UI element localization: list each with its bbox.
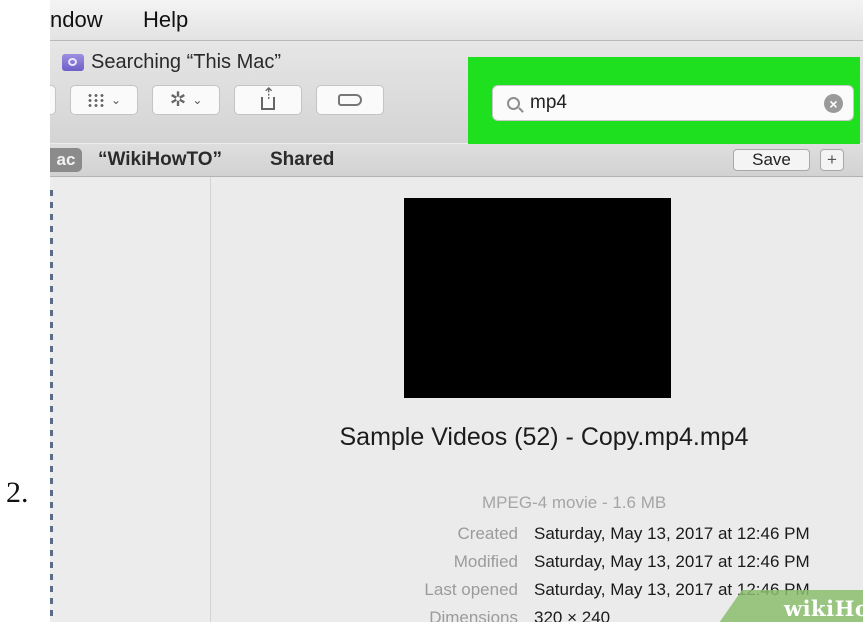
action-button[interactable]: ✲ ⌄ (152, 85, 220, 115)
scope-shared[interactable]: Shared (270, 149, 334, 171)
metadata-value: Saturday, May 13, 2017 at 12:46 PM (534, 552, 810, 571)
scope-wikihowto[interactable]: “WikiHowTO” (98, 149, 222, 171)
video-thumbnail (404, 198, 671, 398)
scope-this-mac[interactable]: ac (50, 148, 82, 172)
preview-pane: Sample Videos (52) - Copy.mp4.mp4 MPEG-4… (211, 177, 863, 622)
gear-icon: ✲ (169, 89, 187, 111)
menu-bar: ndow Help (50, 0, 863, 41)
file-name: Sample Videos (52) - Copy.mp4.mp4 (339, 423, 749, 451)
results-list-pane (53, 177, 211, 622)
chevron-down-icon: ⌄ (110, 93, 122, 107)
menu-window[interactable]: ndow (50, 7, 103, 33)
chevron-down-icon: ⌄ (192, 93, 203, 107)
search-icon (507, 96, 520, 110)
share-icon (259, 84, 277, 111)
menu-help[interactable]: Help (143, 7, 188, 33)
search-scope-bar: ac “WikiHowTO” Shared Save + (50, 144, 863, 177)
add-criteria-button[interactable]: + (820, 149, 844, 171)
share-button[interactable] (234, 84, 302, 115)
clear-search-icon[interactable]: × (824, 94, 843, 113)
metadata-value: 320 × 240 (534, 608, 611, 622)
window-title-text: Searching “This Mac” (91, 51, 282, 73)
nav-button[interactable] (50, 85, 56, 115)
metadata-label: Dimensions (429, 608, 518, 622)
step-number: 2. (6, 476, 29, 509)
view-options-button[interactable]: ⌄ (70, 85, 138, 115)
metadata-label: Last opened (424, 580, 518, 599)
edit-tags-button[interactable] (316, 85, 384, 115)
search-input[interactable] (528, 91, 792, 115)
finder-screenshot: ndow Help Searching “This Mac” ⌄ ✲ ⌄ × a… (50, 0, 863, 622)
search-field[interactable]: × (492, 85, 854, 121)
watermark-logo: wikiHow (784, 596, 863, 621)
smart-folder-icon (62, 54, 84, 71)
file-kind: MPEG-4 movie - 1.6 MB (482, 493, 667, 512)
window-title: Searching “This Mac” (62, 51, 281, 74)
metadata-label: Modified (453, 552, 518, 571)
save-search-button[interactable]: Save (733, 149, 810, 171)
metadata-label: Created (457, 524, 518, 543)
view-grid-icon (86, 93, 105, 107)
metadata-value: Saturday, May 13, 2017 at 12:46 PM (534, 524, 810, 543)
tag-icon (338, 94, 362, 106)
